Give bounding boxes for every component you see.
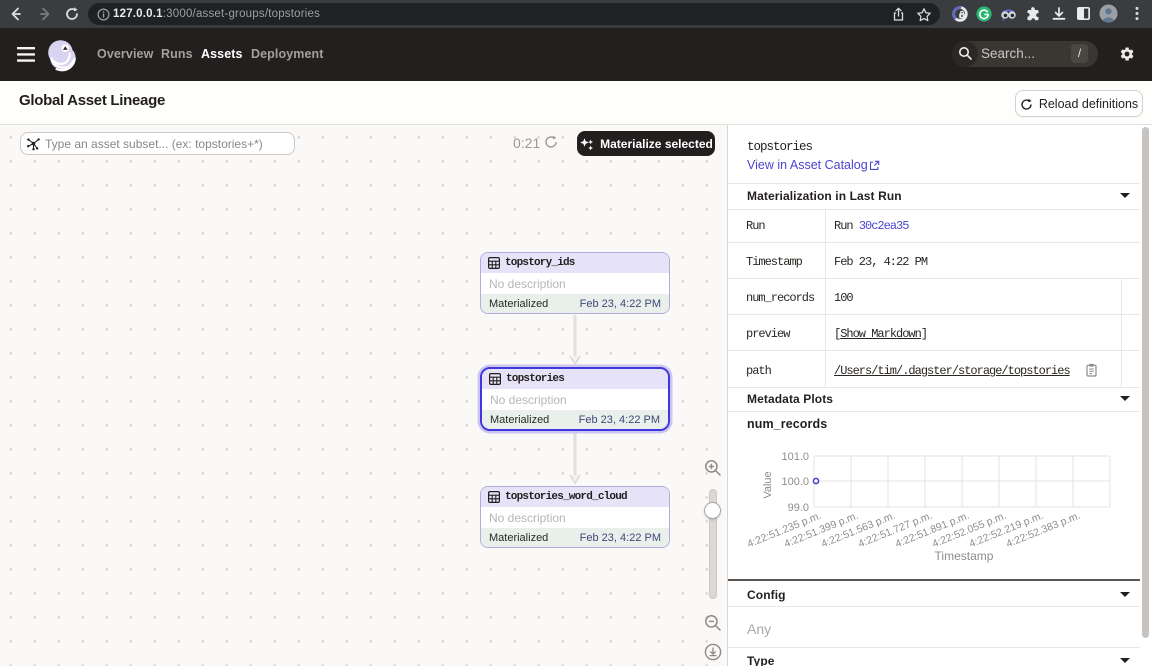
svg-text:Timestamp: Timestamp — [935, 549, 994, 563]
svg-text:100.0: 100.0 — [781, 476, 809, 488]
svg-text:101.0: 101.0 — [781, 451, 809, 463]
svg-text:99.0: 99.0 — [788, 502, 809, 514]
svg-text:Value: Value — [762, 471, 774, 498]
